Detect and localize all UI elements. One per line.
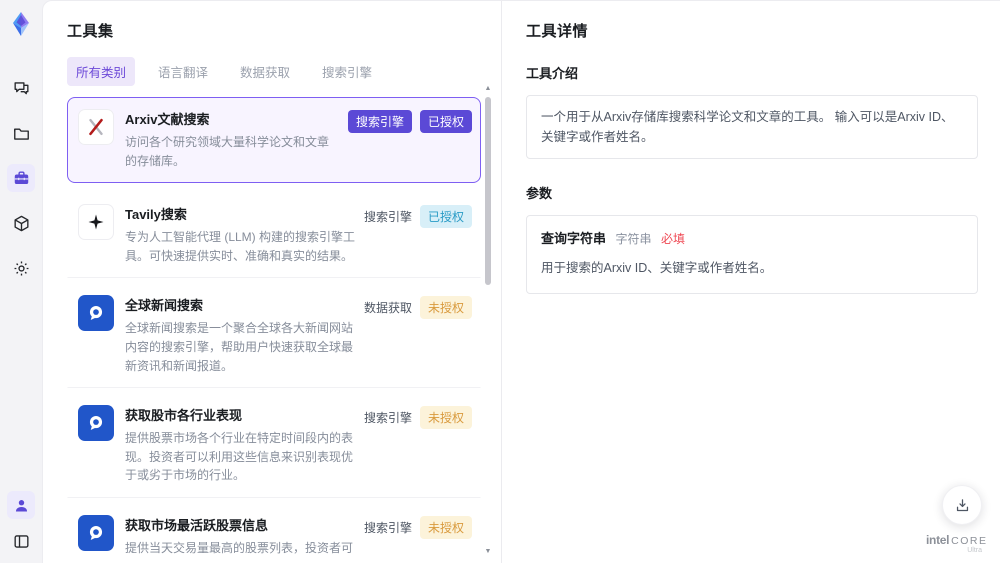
intel-wordmark: intel: [926, 532, 950, 547]
tool-card-main: Tavily搜索专为人工智能代理 (LLM) 构建的搜索引擎工具。可快速提供实时…: [125, 204, 364, 265]
tool-title: 全球新闻搜索: [125, 298, 204, 314]
core-wordmark: CORE: [951, 534, 988, 547]
main-surface: 工具集 所有类别 语言翻译 数据获取 搜索引擎 Arxiv文献搜索 访问各个研究领域大量…: [42, 0, 1000, 563]
tools-panel: 工具集 所有类别 语言翻译 数据获取 搜索引擎 Arxiv文献搜索 访问各个研究领域大量…: [43, 1, 501, 563]
ultra-wordmark: Ultra: [967, 547, 982, 555]
tool-badges: 数据获取 未授权: [364, 295, 472, 375]
tool-badges: 搜索引擎 已授权: [347, 109, 472, 170]
tool-title: 获取市场最活跃股票信息: [125, 517, 269, 533]
tool-title: Arxiv文献搜索: [125, 112, 210, 127]
chat-icon[interactable]: [7, 74, 35, 102]
logo-gem-icon: [7, 10, 35, 38]
scrollbar-thumb[interactable]: [485, 97, 491, 285]
tool-card-main: 获取股市各行业表现提供股票市场各个行业在特定时间段内的表现。投资者可以利用这些信…: [125, 405, 364, 485]
auth-badge: 已授权: [419, 110, 472, 133]
tool-card-main: 获取市场最活跃股票信息提供当天交易量最高的股票列表，投资者可以利用这些信息来识别…: [125, 515, 364, 557]
tab-0[interactable]: 所有类别: [67, 57, 136, 86]
tab-2[interactable]: 数据获取: [231, 57, 299, 86]
tab-1[interactable]: 语言翻译: [149, 57, 217, 86]
detail-panel: 工具详情 工具介绍 一个用于从Arxiv存储库搜索科学论文和文章的工具。 输入可…: [502, 1, 1000, 563]
tool-description: 全球新闻搜索是一个聚合全球各大新闻网站内容的搜索引擎，帮助用户快速获取全球最新资…: [125, 321, 354, 373]
folder-icon[interactable]: [7, 119, 35, 147]
intro-text: 一个用于从Arxiv存储库搜索科学论文和文章的工具。 输入可以是Arxiv ID…: [526, 95, 978, 159]
tool-card-main: 全球新闻搜索全球新闻搜索是一个聚合全球各大新闻网站内容的搜索引擎，帮助用户快速获…: [125, 295, 364, 375]
tool-description: 访问各个研究领域大量科学论文和文章的存储库。: [125, 135, 330, 168]
list-scrollbar[interactable]: ▲ ▼: [483, 85, 493, 555]
category-badge: 搜索引擎: [363, 411, 412, 426]
tab-3[interactable]: 搜索引擎: [313, 57, 381, 86]
category-badge: 数据获取: [363, 301, 412, 316]
package-icon[interactable]: [7, 209, 35, 237]
tool-description: 专为人工智能代理 (LLM) 构建的搜索引擎工具。可快速提供实时、准确和真实的结…: [125, 230, 356, 263]
scroll-down-icon[interactable]: ▼: [483, 548, 493, 555]
detail-title: 工具详情: [526, 23, 589, 40]
param-type: 字符串: [615, 232, 652, 246]
param-name: 查询字符串: [541, 231, 607, 246]
category-badge: 搜索引擎: [363, 520, 412, 535]
q-blue-icon: [78, 514, 114, 551]
tool-title: 获取股市各行业表现: [125, 408, 243, 424]
tool-card-2[interactable]: 全球新闻搜索全球新闻搜索是一个聚合全球各大新闻网站内容的搜索引擎，帮助用户快速获…: [67, 283, 481, 389]
param-card: 查询字符串 字符串 必填 用于搜索的Arxiv ID、关键字或作者姓名。: [526, 215, 978, 294]
auth-badge: 未授权: [419, 515, 472, 539]
tool-card-0[interactable]: Arxiv文献搜索访问各个研究领域大量科学论文和文章的存储库。 搜索引擎 已授权: [67, 97, 481, 184]
tool-badges: 搜索引擎 未授权: [364, 405, 472, 485]
tool-list: Arxiv文献搜索 访问各个研究领域大量科学论文和文章的存储库。 搜索引擎 已授权 Ta…: [67, 97, 481, 557]
page-title: 工具集: [67, 23, 114, 40]
download-button[interactable]: [942, 485, 982, 525]
category-tabs: 所有类别 语言翻译 数据获取 搜索引擎: [67, 57, 501, 86]
tool-card-1[interactable]: Tavily搜索专为人工智能代理 (LLM) 构建的搜索引擎工具。可快速提供实时…: [67, 192, 481, 279]
auth-badge: 未授权: [419, 296, 472, 320]
settings-icon[interactable]: [7, 254, 35, 282]
param-description: 用于搜索的Arxiv ID、关键字或作者姓名。: [541, 260, 773, 275]
q-blue-icon: [78, 295, 114, 332]
tool-card-main: Arxiv文献搜索访问各个研究领域大量科学论文和文章的存储库。: [125, 109, 348, 170]
tool-badges: 搜索引擎 已授权: [364, 204, 472, 265]
sparkle-icon: [78, 204, 114, 241]
tool-description: 提供当天交易量最高的股票列表，投资者可以利用这些信息来识别流动性强的股票和潜在的…: [125, 540, 354, 555]
toolbox-icon[interactable]: [7, 164, 35, 192]
category-badge: 搜索引擎: [363, 210, 412, 225]
param-header: 查询字符串 字符串 必填: [541, 229, 963, 250]
q-blue-icon: [78, 405, 114, 442]
tool-description: 提供股票市场各个行业在特定时间段内的表现。投资者可以利用这些信息来识别表现优于或…: [125, 431, 354, 483]
intro-heading: 工具介绍: [526, 66, 579, 81]
user-icon[interactable]: [7, 491, 35, 519]
params-heading: 参数: [526, 186, 553, 201]
arxiv-icon: [78, 109, 114, 145]
download-icon: [956, 498, 968, 511]
auth-badge: 已授权: [419, 205, 472, 229]
intel-core-logo: intel CORE Ultra: [926, 532, 988, 555]
app-rail: [0, 0, 42, 563]
param-required-badge: 必填: [661, 232, 686, 246]
tool-badges: 搜索引擎 未授权: [364, 515, 472, 557]
tool-title: Tavily搜索: [125, 207, 187, 223]
scroll-up-icon[interactable]: ▲: [483, 85, 493, 92]
tool-card-4[interactable]: 获取市场最活跃股票信息提供当天交易量最高的股票列表，投资者可以利用这些信息来识别…: [67, 503, 481, 557]
auth-badge: 未授权: [419, 406, 472, 430]
sidebar-toggle-icon[interactable]: [7, 527, 35, 555]
tool-card-3[interactable]: 获取股市各行业表现提供股票市场各个行业在特定时间段内的表现。投资者可以利用这些信…: [67, 393, 481, 498]
category-badge: 搜索引擎: [347, 110, 412, 133]
